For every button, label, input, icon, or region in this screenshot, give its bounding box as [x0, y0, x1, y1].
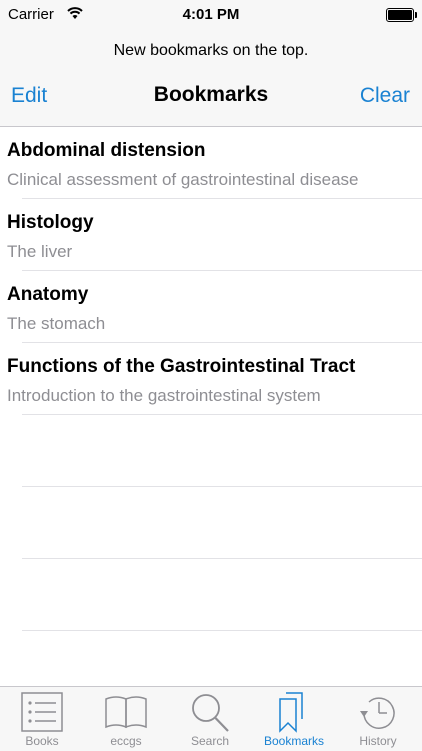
tab-eccgs[interactable]: eccgs [84, 687, 168, 751]
bookmark-row[interactable]: Abdominal distension Clinical assessment… [0, 127, 422, 199]
tab-history[interactable]: History [336, 687, 420, 751]
tab-label: History [359, 734, 397, 748]
list-icon [21, 692, 63, 732]
tab-bar: Books eccgs Search Bookmarks History [0, 686, 422, 751]
bookmark-order-prompt: New bookmarks on the top. [113, 42, 309, 59]
clock-icon [360, 697, 395, 729]
bookmark-row[interactable]: Histology The liver [0, 199, 422, 271]
bookmarks-icon [279, 692, 303, 733]
status-bar: Carrier 4:01 PM [0, 0, 422, 30]
empty-row [0, 487, 422, 559]
bookmark-list: Abdominal distension Clinical assessment… [0, 127, 422, 631]
bookmark-title: Anatomy [7, 284, 89, 305]
bookmark-subtitle: Introduction to the gastrointestinal sys… [7, 386, 321, 405]
bookmark-subtitle: Clinical assessment of gastrointestinal … [7, 170, 359, 189]
magnifier-icon [192, 694, 229, 732]
tab-bookmarks[interactable]: Bookmarks [252, 687, 336, 751]
tab-search[interactable]: Search [168, 687, 252, 751]
tab-label: Search [190, 734, 230, 748]
status-time: 4:01 PM [182, 6, 240, 23]
bookmark-title: Histology [7, 212, 94, 233]
battery-icon [386, 8, 417, 22]
tab-books[interactable]: Books [0, 687, 84, 751]
tab-label: eccgs [110, 734, 142, 748]
tab-label: Books [25, 734, 59, 748]
open-book-icon [105, 696, 147, 729]
row-divider [22, 630, 422, 631]
bookmark-title: Functions of the Gastrointestinal Tract [7, 356, 356, 377]
page-title: Bookmarks [153, 83, 269, 106]
bookmark-subtitle: The stomach [7, 314, 106, 333]
bookmark-row[interactable]: Functions of the Gastrointestinal Tract … [0, 343, 422, 415]
clear-button[interactable]: Clear [360, 84, 410, 108]
bookmark-subtitle: The liver [7, 242, 73, 261]
tab-label: Bookmarks [263, 734, 325, 748]
navigation-bar: New bookmarks on the top. Edit Bookmarks… [0, 30, 422, 127]
empty-row [0, 415, 422, 487]
bookmark-row[interactable]: Anatomy The stomach [0, 271, 422, 343]
empty-row [0, 559, 422, 631]
bookmark-title: Abdominal distension [7, 140, 206, 161]
